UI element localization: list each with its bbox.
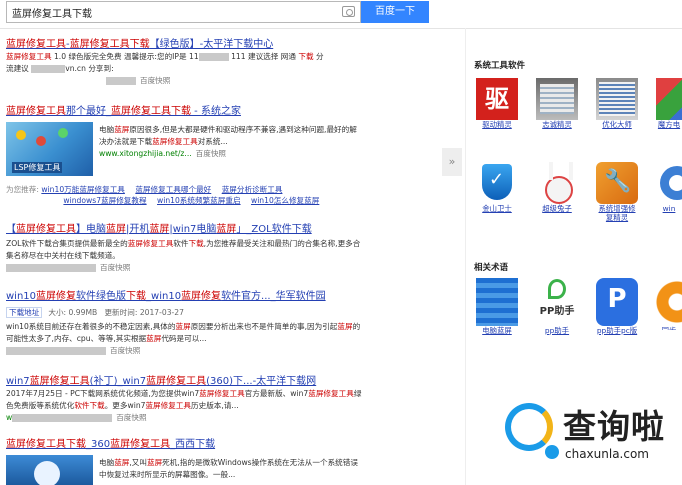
redacted-block <box>6 264 96 272</box>
tile-term[interactable]: 电脑蓝屏 <box>476 278 518 335</box>
result-abstract: 电脑蓝屏原因很多,但是大都是硬件和驱动程序不兼容,遇到这种问题,最好的解决办法就… <box>99 125 357 146</box>
result-url-line: 百度快照 <box>6 262 366 274</box>
tile-term[interactable]: Ppp助手pc版 <box>596 278 638 335</box>
result-url-line: 百度快照 <box>6 75 366 87</box>
result-abstract: ZOL软件下载合集页提供最新最全的蓝屏修复工具软件下载,为您推荐最受关注和最热门… <box>6 239 361 260</box>
search-result-1: 蓝屏修复工具-蓝屏修复工具下载【绿色版】-太平洋下载中心 蓝屏修复工具 1.0 … <box>6 38 366 87</box>
download-info: 下载地址 大小: 0.99MB 更新时间: 2017-03-27 <box>6 307 366 319</box>
result-title[interactable]: 蓝屏修复工具下载_360蓝屏修复工具_西西下载 <box>6 438 366 451</box>
download-link[interactable]: 下载地址 <box>6 307 43 318</box>
search-result-3: 【蓝屏修复工具】电脑蓝屏|开机蓝屏|win7电脑蓝屏」_ZOL软件下载 ZOL软… <box>6 223 366 274</box>
result-abstract: win10系统目前还存在着很多的不稳定因素,具体的蓝屏原因要分析出来也不是件简单… <box>6 322 361 343</box>
wrench-icon <box>596 162 638 204</box>
result-thumbnail[interactable]: LSP修复工具 <box>6 122 93 176</box>
tile-qudong[interactable]: 驱驱动精灵 <box>476 78 518 130</box>
section-title: 相关术语 <box>474 263 509 273</box>
magnifier-logo-icon <box>505 403 559 459</box>
recommendations-label: 为您推荐: <box>6 185 39 194</box>
snapshot-link[interactable]: 百度快照 <box>110 346 140 355</box>
pp-assistant-icon: PP助手 <box>536 278 578 326</box>
result-body: 电脑蓝屏,又叫蓝屏死机,指的是微软Windows操作系统在无法从一个系统错误中恢… <box>99 457 364 481</box>
bluescreen-icon <box>476 278 518 326</box>
gear-icon <box>656 162 682 204</box>
pp-pc-icon: P <box>596 278 638 326</box>
snapshot-link[interactable]: 百度快照 <box>140 76 170 85</box>
recommend-link[interactable]: 蓝屏修复工具哪个最好 <box>135 185 211 194</box>
redacted-block <box>6 347 106 355</box>
sync-icon <box>656 278 682 326</box>
result-thumbnail[interactable] <box>6 455 93 485</box>
recommend-link[interactable]: win10怎么修复蓝屏 <box>251 196 319 205</box>
watermark: 查询啦 chaxunla.com <box>505 400 680 475</box>
header-divider <box>0 28 682 29</box>
result-url-line: www.xitongzhijia.net/z... 百度快照 <box>99 149 227 158</box>
tile-app[interactable]: 魔方电 <box>656 78 682 130</box>
recommendations: 为您推荐: win10万能蓝屏修复工具 蓝屏修复工具哪个最好 蓝屏分析诊断工具 … <box>6 184 366 206</box>
recommend-link[interactable]: win10系统频繁蓝屏重启 <box>157 196 241 205</box>
snapshot-link[interactable]: 百度快照 <box>100 263 130 272</box>
redacted-block <box>31 65 66 73</box>
result-url-line: w 百度快照 <box>6 413 147 422</box>
search-result-4: win10蓝屏修复软件绿色版下载_win10蓝屏修复软件官方..._华军软件园 … <box>6 290 366 357</box>
shield-icon <box>476 162 518 204</box>
snapshot-link[interactable]: 百度快照 <box>116 413 146 422</box>
search-result-5: win7蓝屏修复工具(补丁)_win7蓝屏修复工具(360)下...-太平洋下载… <box>6 375 366 424</box>
thumbnail-caption: LSP修复工具 <box>12 162 63 173</box>
search-result-2: 蓝屏修复工具那个最好_蓝屏修复工具下载 - 系统之家 LSP修复工具 电脑蓝屏原… <box>6 105 366 177</box>
search-button[interactable]: 百度一下 <box>361 1 429 23</box>
camera-icon[interactable] <box>342 6 355 17</box>
tile-app[interactable]: 超级兔子 <box>536 162 578 214</box>
panel-divider <box>465 28 466 485</box>
search-query-text: 蓝屏修复工具下载 <box>12 9 92 20</box>
app-screenshot-icon <box>596 78 638 120</box>
result-abstract: 2017年7月25日 - PC下载网系统优化频道,为您提供win7蓝屏修复工具官… <box>6 389 362 410</box>
result-abstract: 电脑蓝屏,又叫蓝屏死机,指的是微软Windows操作系统在无法从一个系统错误中恢… <box>99 458 358 479</box>
collapse-panel-button[interactable]: » <box>442 148 462 176</box>
recommend-link[interactable]: 蓝屏分析诊断工具 <box>222 185 283 194</box>
tile-term[interactable]: PP助手 pp助手 <box>536 278 578 335</box>
recommend-link[interactable]: win10万能蓝屏修复工具 <box>41 185 125 194</box>
tile-app[interactable]: win <box>656 162 682 214</box>
qudong-app-icon: 驱 <box>476 78 518 120</box>
result-url-line: 百度快照 <box>6 345 366 357</box>
result-abstract: 流建议 vn.cn 分享到: <box>6 64 114 73</box>
redacted-block <box>12 414 113 422</box>
thumbnail-shape <box>58 128 68 138</box>
search-result-6: 蓝屏修复工具下载_360蓝屏修复工具_西西下载 电脑蓝屏,又叫蓝屏死机,指的是微… <box>6 438 366 485</box>
recommend-link[interactable]: windows7蓝屏修复教程 <box>63 196 146 205</box>
watermark-title: 查询啦 <box>563 407 665 446</box>
redacted-block <box>198 53 229 61</box>
pp-logo-shape <box>548 279 566 299</box>
section-title: 系统工具软件 <box>474 61 526 71</box>
thumbnail-shape <box>34 461 60 485</box>
snapshot-link[interactable]: 百度快照 <box>196 149 226 158</box>
result-abstract: 蓝屏修复工具 1.0 绿色版完全免费 温馨提示:您的IP是 11 111 建议选… <box>6 52 324 61</box>
tile-app[interactable]: 志诚精灵 <box>536 78 578 130</box>
result-title[interactable]: win7蓝屏修复工具(补丁)_win7蓝屏修复工具(360)下...-太平洋下载… <box>6 375 366 388</box>
tile-app[interactable]: 系统增强修复精灵 <box>596 162 638 222</box>
result-title[interactable]: win10蓝屏修复软件绿色版下载_win10蓝屏修复软件官方..._华军软件园 <box>6 290 366 303</box>
rabbit-icon <box>536 162 578 204</box>
result-title[interactable]: 蓝屏修复工具-蓝屏修复工具下载【绿色版】-太平洋下载中心 <box>6 38 366 51</box>
app-screenshot-icon <box>536 78 578 120</box>
redacted-block <box>106 77 136 85</box>
thumbnail-shape <box>36 136 46 146</box>
result-title[interactable]: 蓝屏修复工具那个最好_蓝屏修复工具下载 - 系统之家 <box>6 105 366 118</box>
cube-icon <box>656 78 682 120</box>
tile-app[interactable]: 金山卫士 <box>476 162 518 214</box>
tile-app[interactable]: 优化大师 <box>596 78 638 130</box>
thumbnail-shape <box>16 130 26 140</box>
watermark-domain: chaxunla.com <box>565 447 649 461</box>
result-title[interactable]: 【蓝屏修复工具】电脑蓝屏|开机蓝屏|win7电脑蓝屏」_ZOL软件下载 <box>6 223 366 236</box>
search-input[interactable]: 蓝屏修复工具下载 <box>6 1 361 23</box>
result-body: 电脑蓝屏原因很多,但是大都是硬件和驱动程序不兼容,遇到这种问题,最好的解决办法就… <box>99 124 364 160</box>
tile-term[interactable]: 同步 <box>656 278 682 330</box>
